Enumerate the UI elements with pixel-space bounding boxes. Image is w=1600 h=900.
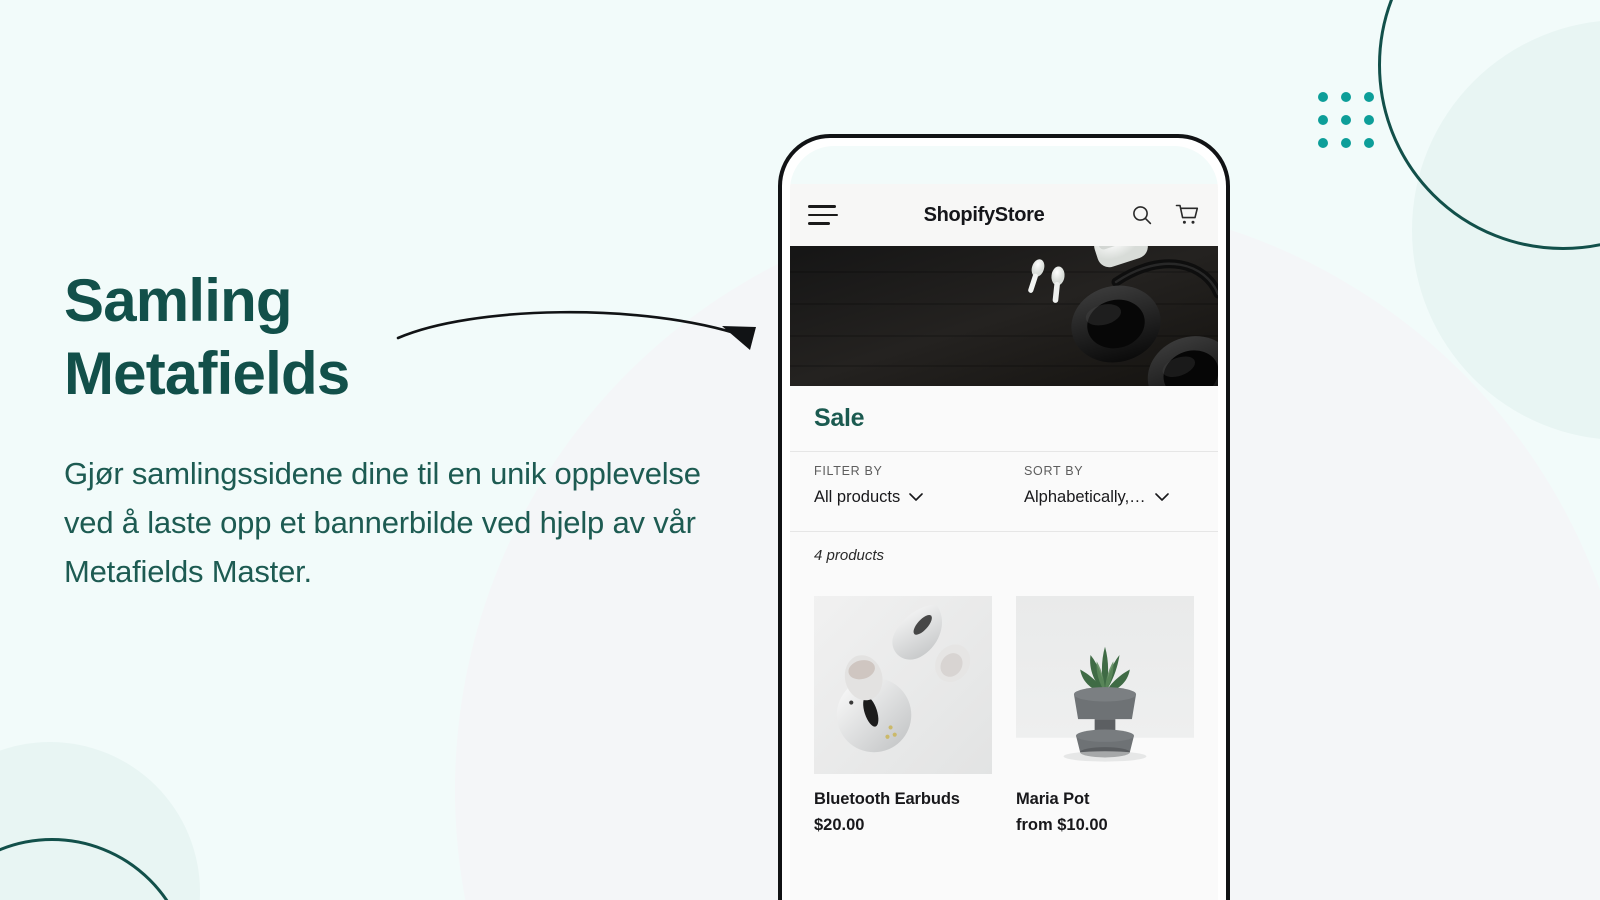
product-title: Maria Pot — [1016, 790, 1090, 808]
promo-copy-block: Samling Metafields Gjør samlingssidene d… — [64, 264, 724, 597]
promo-headline: Samling Metafields — [64, 264, 724, 410]
promo-banner-canvas: Samling Metafields Gjør samlingssidene d… — [0, 0, 1600, 900]
dot-grid-dot — [1364, 138, 1374, 148]
filter-by-group: FILTER BY All products — [790, 452, 996, 531]
circle-outline-icon-top-right — [1378, 0, 1600, 250]
chevron-down-icon — [1154, 493, 1169, 501]
hamburger-menu-icon[interactable] — [808, 205, 838, 225]
collection-banner-image — [790, 246, 1218, 386]
store-header: ShopifyStore — [790, 184, 1218, 246]
dot-grid-dot — [1318, 92, 1328, 102]
product-image-bluetooth-earbuds — [814, 596, 992, 774]
sort-by-label: SORT BY — [1024, 464, 1084, 478]
promo-body-text: Gjør samlingssidene dine til en unik opp… — [64, 456, 701, 590]
dot-grid-icon — [1318, 92, 1374, 148]
banner-artwork — [790, 246, 1218, 386]
sort-by-value: Alphabetically,… — [1024, 488, 1146, 506]
shopping-cart-icon[interactable] — [1174, 203, 1200, 227]
hamburger-line — [808, 205, 836, 208]
product-title: Bluetooth Earbuds — [814, 790, 960, 808]
store-title: ShopifyStore — [923, 203, 1045, 226]
dot-grid-dot — [1318, 115, 1328, 125]
filter-by-label: FILTER BY — [814, 464, 883, 478]
product-price: $20.00 — [814, 816, 865, 834]
filter-by-value: All products — [814, 488, 901, 506]
bluetooth-earbuds-artwork — [814, 596, 992, 774]
product-grid: Bluetooth Earbuds $20.00 Maria Pot from … — [790, 578, 1218, 900]
circle-fill-icon-top-right — [1412, 20, 1600, 440]
circle-fill-icon-bottom-left — [0, 742, 200, 900]
promo-headline-line-1: Samling — [64, 267, 293, 334]
phone-notch — [880, 146, 1128, 184]
dot-grid-dot — [1318, 138, 1328, 148]
dot-grid-dot — [1341, 115, 1351, 125]
search-icon[interactable] — [1130, 203, 1154, 227]
product-count: 4 products — [814, 546, 885, 564]
chevron-down-icon — [909, 493, 924, 501]
collection-title: Sale — [814, 404, 865, 432]
circle-outline-icon-bottom-left — [0, 838, 192, 900]
dot-grid-dot — [1364, 92, 1374, 102]
dot-grid-dot — [1364, 115, 1374, 125]
hamburger-line — [808, 213, 838, 217]
sort-by-dropdown[interactable]: Alphabetically,… — [1024, 488, 1169, 507]
product-count-row: 4 products — [790, 532, 1218, 578]
promo-headline-line-2: Metafields — [64, 340, 350, 408]
maria-pot-artwork — [1016, 596, 1194, 774]
sort-by-group: SORT BY Alphabetically,… — [996, 452, 1169, 531]
filter-by-dropdown[interactable]: All products — [814, 488, 996, 507]
hamburger-line — [808, 222, 830, 225]
product-image-maria-pot — [1016, 596, 1194, 774]
product-card[interactable]: Maria Pot from $10.00 — [1016, 596, 1194, 900]
dot-grid-dot — [1341, 138, 1351, 148]
collection-title-row: Sale — [790, 386, 1218, 452]
store-header-actions — [1130, 203, 1200, 227]
product-card[interactable]: Bluetooth Earbuds $20.00 — [814, 596, 992, 900]
phone-screen: ShopifyStore Sale FILTER BY All products… — [790, 146, 1218, 900]
filter-sort-bar: FILTER BY All products SORT BY Alphabeti… — [790, 452, 1218, 532]
dot-grid-dot — [1341, 92, 1351, 102]
product-price: from $10.00 — [1016, 816, 1108, 834]
phone-mockup: ShopifyStore Sale FILTER BY All products… — [778, 134, 1230, 900]
